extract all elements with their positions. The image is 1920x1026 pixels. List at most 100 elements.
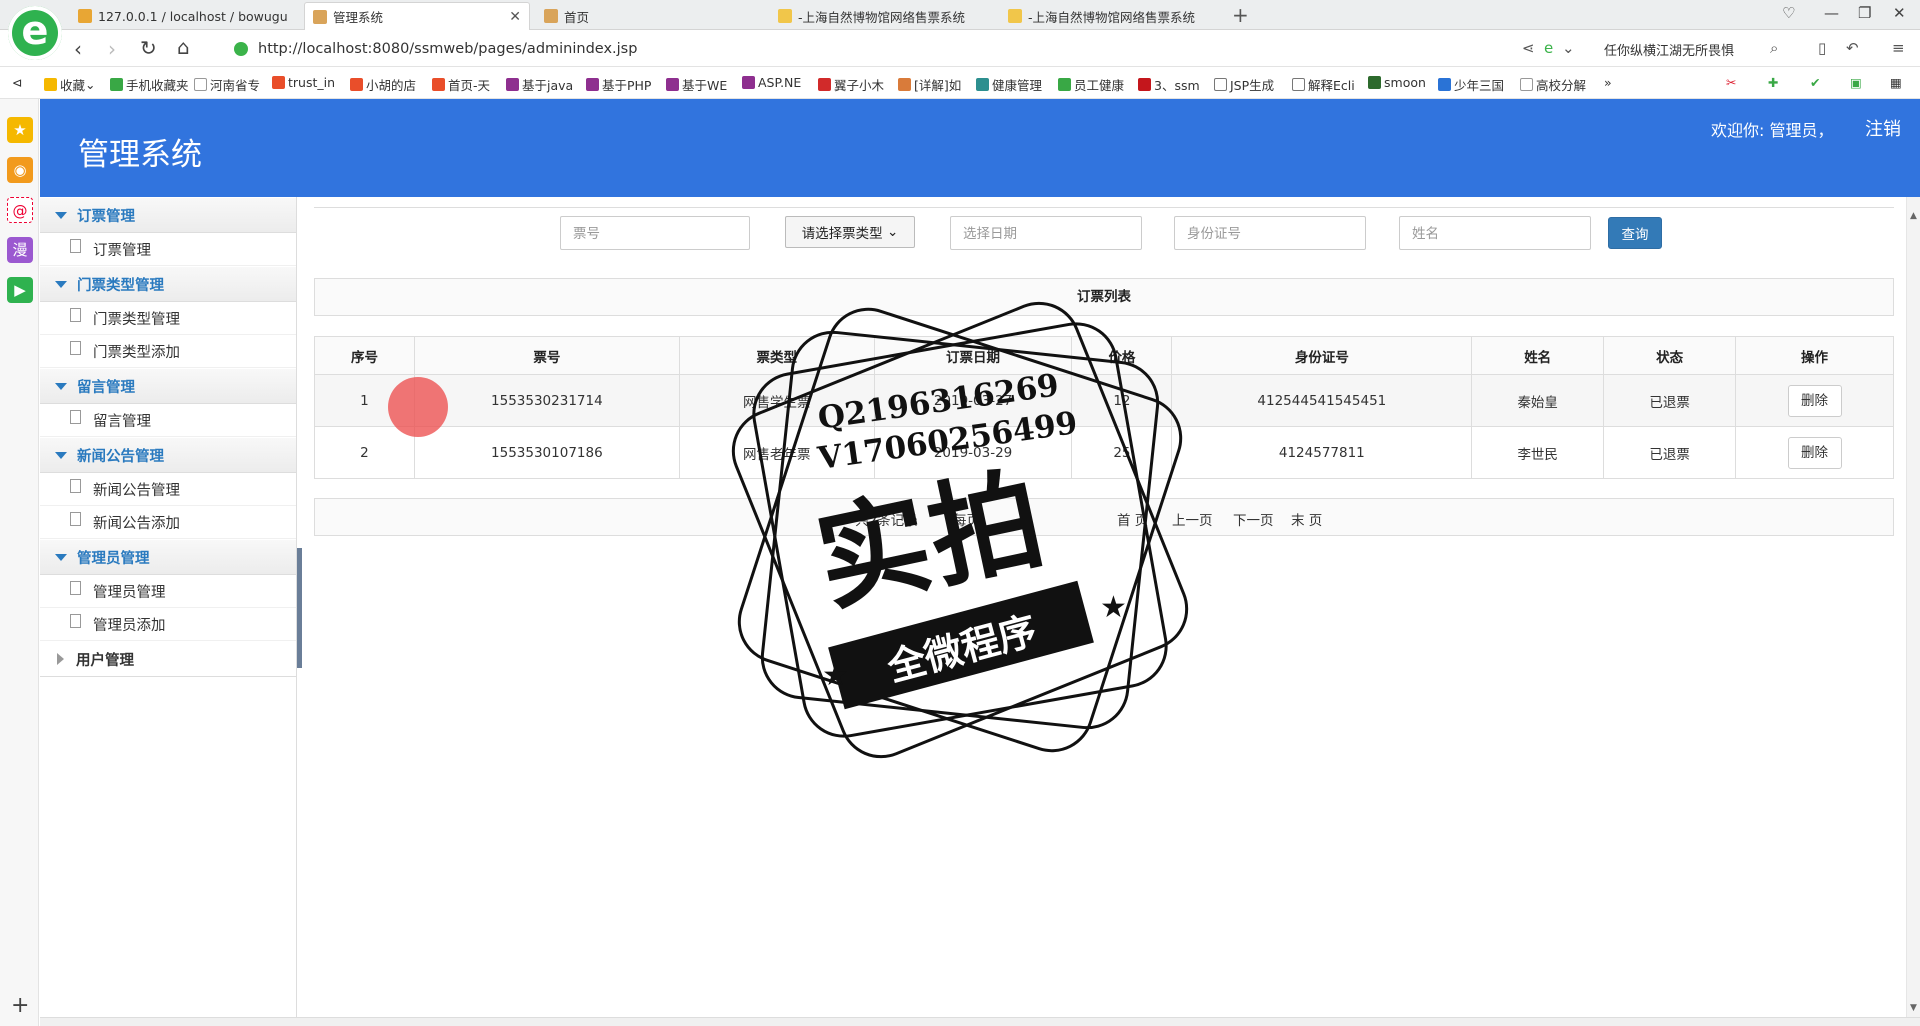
tab-admin-system[interactable]: 管理系统 ✕ [304,2,530,30]
back-icon[interactable]: ‹ [74,37,82,61]
search-divider [314,207,1894,208]
id-card-input[interactable] [1174,216,1366,250]
sidebar-group-admin[interactable]: 管理员管理 [40,539,296,575]
delete-button[interactable]: 删除 [1787,384,1842,417]
pager-prev[interactable]: 上一页 [1172,509,1213,529]
sidebar-group-ticket-type[interactable]: 门票类型管理 [40,266,296,302]
bookmark-9[interactable]: ASP.NE [742,75,801,90]
phone-icon[interactable]: ▯ [1818,39,1826,57]
delete-button[interactable]: 删除 [1787,436,1842,469]
game-icon[interactable]: ▣ [1850,75,1862,90]
col-ticket-type: 票类型 [678,336,875,375]
col-ticket-no: 票号 [413,336,680,375]
bookmark-17[interactable]: smoon [1368,75,1426,90]
pager-last[interactable]: 末 页 [1291,509,1322,529]
bookmark-8[interactable]: 基于WE [666,75,727,94]
bookmark-11[interactable]: [详解]如 [898,75,961,94]
bookmark-4[interactable]: 小胡的店 [350,75,416,94]
engine-icon[interactable]: e [1544,39,1553,57]
sidebar-group-news[interactable]: 新闻公告管理 [40,437,296,473]
close-tab-icon[interactable]: ✕ [509,9,521,25]
share-icon[interactable]: ⋖ [1522,39,1535,57]
tab-museum-2[interactable]: -上海自然博物馆网络售票系统 [1000,2,1228,30]
pager-first[interactable]: 首 页 [1117,509,1148,529]
pager-next[interactable]: 下一页 [1233,509,1274,529]
bookmark-19[interactable]: 高校分解 [1520,75,1586,94]
scissors-icon[interactable]: ✂ [1726,75,1736,90]
cell-order-date: 2019-03-29 [873,426,1073,479]
vertical-scrollbar[interactable]: ▲ ▼ [1906,197,1920,1017]
chevron-down-icon[interactable]: ⌄ [1562,39,1575,57]
sidebar-group-message[interactable]: 留言管理 [40,368,296,404]
shirt-icon[interactable]: ♡ [1782,4,1795,22]
star-icon [44,78,57,91]
apps-icon[interactable]: ▦ [1890,75,1902,90]
bookmark-7[interactable]: 基于PHP [586,75,651,94]
weibo-icon[interactable]: ◉ [7,157,33,183]
sidebar-item-ticket-type-manage[interactable]: 门票类型管理 [40,302,296,335]
restore-icon[interactable]: ❐ [1858,4,1871,22]
scroll-up-icon[interactable]: ▲ [1910,211,1917,221]
bookmark-14[interactable]: 3、ssm [1138,75,1200,94]
bookmark-2[interactable]: 河南省专 [194,75,260,94]
scroll-down-icon[interactable]: ▼ [1910,1003,1917,1013]
home-icon[interactable]: ⌂ [177,35,190,59]
bookmark-0[interactable]: 收藏 ⌄ [44,75,96,94]
sidebar-item-order-manage[interactable]: 订票管理 [40,233,296,266]
extension-icon[interactable]: ✚ [1768,75,1778,90]
caret-right-icon [57,653,64,665]
shield-icon[interactable]: ✔ [1810,75,1820,90]
bookmark-3[interactable]: trust_in [272,75,335,90]
comic-icon[interactable]: 漫 [7,237,33,263]
bookmark-12[interactable]: 健康管理 [976,75,1042,94]
mail-icon[interactable]: @ [7,197,33,223]
caret-down-icon [55,280,67,288]
favorites-icon[interactable]: ★ [7,117,33,143]
url-field[interactable]: http://localhost:8080/ssmweb/pages/admin… [234,37,1494,61]
more-bookmarks-icon[interactable]: » [1604,75,1612,90]
bookmark-18[interactable]: 少年三国 [1438,75,1504,94]
name-input[interactable] [1399,216,1591,250]
phone-icon [110,78,123,91]
grid-icon [976,78,989,91]
bookmark-6[interactable]: 基于java [506,75,573,94]
close-window-icon[interactable]: ✕ [1893,4,1906,22]
tab-museum-1[interactable]: -上海自然博物馆网络售票系统 [770,2,998,30]
bookmarks-bar: ⊲ 收藏 ⌄ 手机收藏夹 河南省专 trust_in 小胡的店 首页-天 基于j… [0,67,1920,99]
collapse-icon[interactable]: ⊲ [12,75,22,90]
undo-icon[interactable]: ↶ [1846,39,1859,57]
sidebar-item-news-add[interactable]: 新闻公告添加 [40,506,296,539]
forward-icon[interactable]: › [108,37,116,61]
sidebar-group-order[interactable]: 订票管理 [40,197,296,233]
ticket-no-input[interactable] [560,216,750,250]
add-icon[interactable]: + [11,993,29,1018]
search-suggestion-text[interactable]: 任你纵横江湖无所畏惧 [1604,40,1734,59]
new-tab-icon[interactable]: + [1232,3,1249,27]
sidebar-item-admin-add[interactable]: 管理员添加 [40,608,296,641]
menu-icon[interactable]: ≡ [1892,39,1905,57]
table-row: 1 1553530231714 网售学生票 2019-03-27 12 4125… [314,374,1894,427]
bookmark-10[interactable]: 翼子小木 [818,75,884,94]
sidebar-item-message-manage[interactable]: 留言管理 [40,404,296,437]
cell-status: 已退票 [1603,374,1737,427]
ticket-type-select[interactable]: 请选择票类型 ⌄ [785,216,915,248]
date-input[interactable] [950,216,1142,250]
video-icon[interactable]: ▶ [7,277,33,303]
tab-phpmyadmin[interactable]: 127.0.0.1 / localhost / bowugu [70,2,298,30]
tab-home[interactable]: 首页 [536,2,764,30]
bookmark-15[interactable]: JSP生成 [1214,75,1274,94]
refresh-icon[interactable]: ↻ [140,36,157,60]
minimize-icon[interactable]: — [1824,4,1839,22]
sidebar-item-ticket-type-add[interactable]: 门票类型添加 [40,335,296,368]
sidebar-item-admin-manage[interactable]: 管理员管理 [40,575,296,608]
sidebar-group-user[interactable]: 用户管理 [40,641,296,677]
logout-link[interactable]: 注销 [1865,115,1901,141]
bookmark-1[interactable]: 手机收藏夹 [110,75,189,94]
search-icon[interactable]: ⌕ [1770,39,1778,57]
bookmark-13[interactable]: 员工健康 [1058,75,1124,94]
bookmark-5[interactable]: 首页-天 [432,75,490,94]
query-button[interactable]: 查询 [1608,217,1662,249]
sidebar-item-news-manage[interactable]: 新闻公告管理 [40,473,296,506]
bookmark-16[interactable]: 解释Ecli [1292,75,1355,94]
paw-icon [1438,78,1451,91]
